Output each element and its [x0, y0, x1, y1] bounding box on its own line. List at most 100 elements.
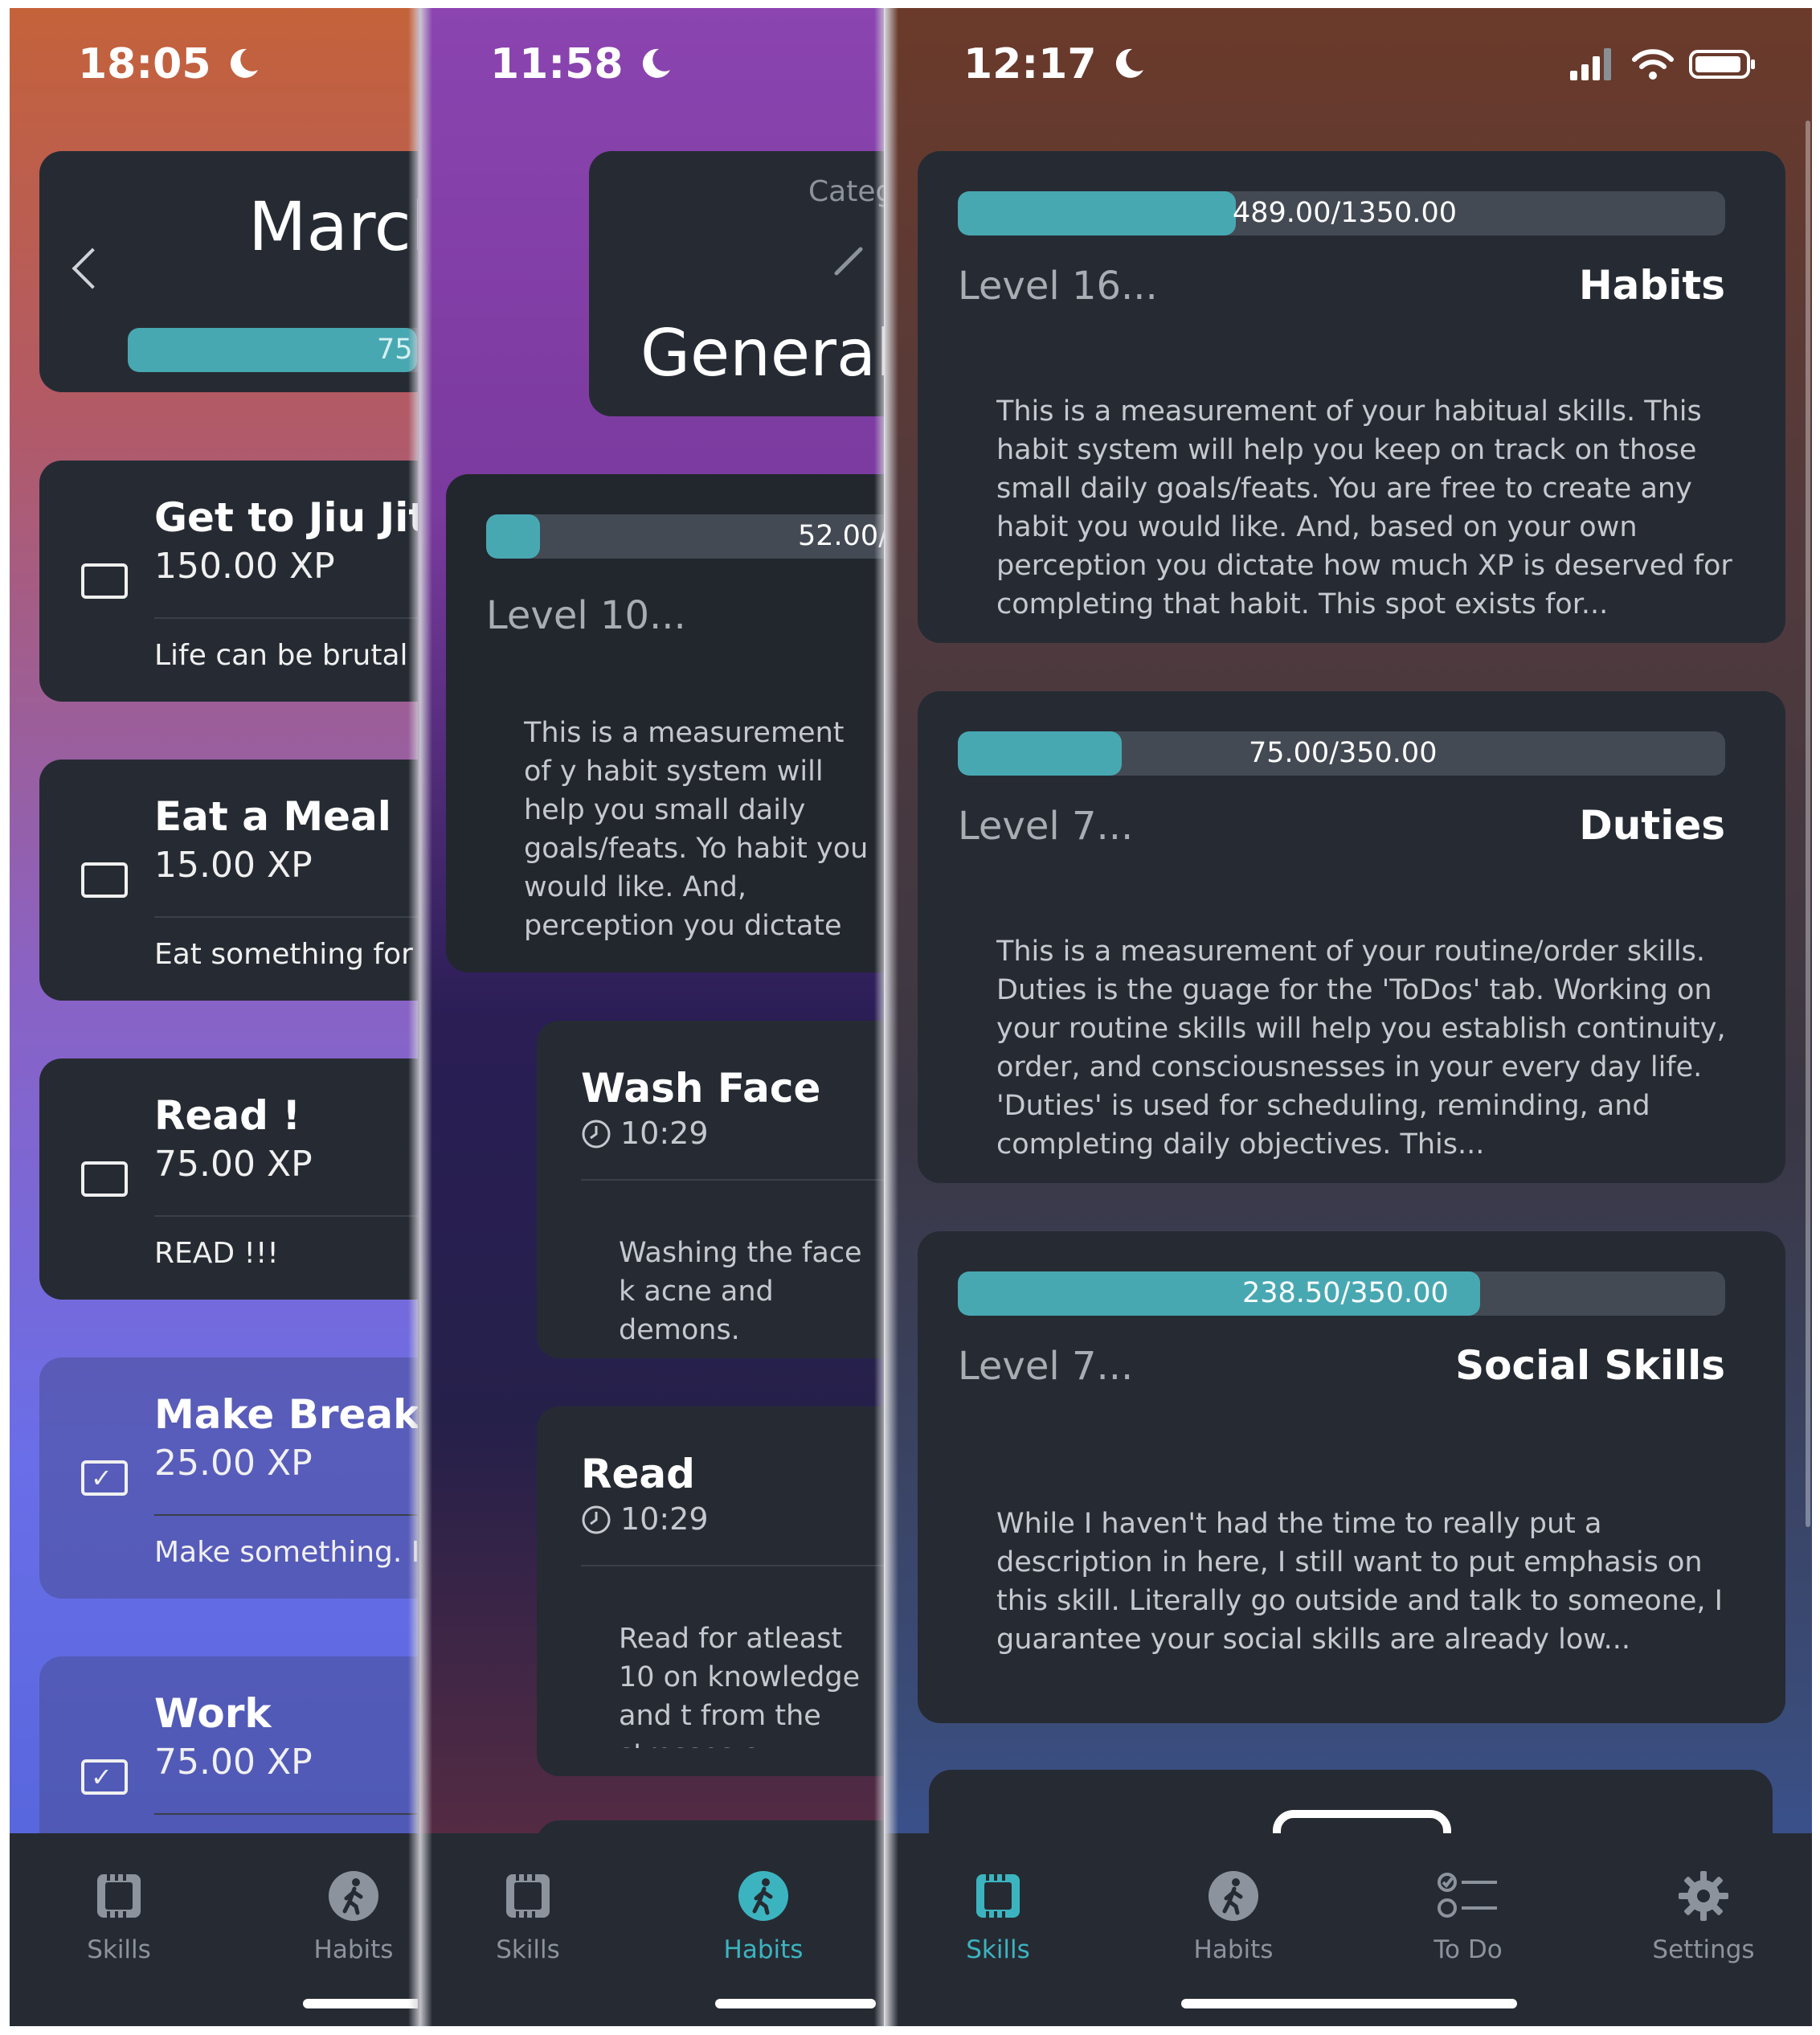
screenshot-separator: [874, 8, 898, 2026]
habit-title: Wash Face: [581, 1065, 821, 1112]
battery-icon: [1689, 50, 1755, 79]
skill-description: This is a measurement of your habitual s…: [996, 395, 1732, 620]
tab-bar: Skills Habits: [418, 1833, 884, 2026]
task-title: Read !: [154, 1092, 301, 1139]
progress-text: 238.50/350.00: [1242, 1277, 1449, 1309]
task-checkbox[interactable]: [81, 862, 128, 898]
divider: [154, 1215, 436, 1217]
walking-person-icon: [1153, 1869, 1314, 1926]
habit-time: 10:29: [620, 1116, 709, 1151]
tab-skills[interactable]: Skills: [918, 1869, 1078, 1964]
screenshot-separator: [408, 8, 432, 2026]
progress-text: 489.00/1350.00: [1233, 197, 1457, 229]
task-card[interactable]: Eat a Meal 15.00 XP Eat something for c: [39, 760, 436, 1001]
walking-person-icon: [683, 1869, 844, 1926]
skill-name: Duties: [1579, 802, 1725, 849]
skill-level: Level 10...: [486, 593, 686, 638]
task-xp: 75.00 XP: [154, 1742, 313, 1783]
habits-screen: 11:58 Categ General 52.00/4 Level 10... …: [418, 8, 884, 2026]
tab-label: To Do: [1434, 1935, 1503, 1964]
tab-skills[interactable]: Skills: [448, 1869, 608, 1964]
task-checkbox[interactable]: ✓: [81, 1759, 128, 1795]
divider: [154, 1813, 436, 1815]
task-card[interactable]: ✓ Make Breakf 25.00 XP Make something. I': [39, 1357, 436, 1599]
category-header-card: Categ General: [589, 151, 884, 416]
skill-name: Social Skills: [1455, 1342, 1725, 1389]
edit-pencil-icon[interactable]: [830, 240, 870, 283]
month-header-card: March 75: [39, 151, 436, 392]
divider: [154, 1514, 436, 1516]
skill-progress-bar: 52.00/4: [486, 514, 884, 559]
tab-to-do[interactable]: To Do: [1388, 1869, 1548, 1964]
tab-settings[interactable]: Settings: [1623, 1869, 1784, 1964]
habit-time: 10:29: [620, 1501, 709, 1537]
moon-icon: [230, 48, 258, 78]
month-progress-bar: 75: [128, 328, 436, 372]
skill-card[interactable]: 75.00/350.00 Level 7... Duties This is a me…: [918, 691, 1785, 1183]
skill-description: This is a measurement of y habit system …: [524, 717, 869, 942]
chip-icon: [448, 1869, 608, 1926]
skill-description: This is a measurement of your routine/or…: [996, 936, 1726, 1161]
skills-screen: 12:17 489.00/1350.00 Level 16... Habits Thi…: [885, 8, 1812, 2026]
category-skill-card: 52.00/4 Level 10... This is a measuremen…: [446, 474, 884, 972]
skill-level: Level 16...: [958, 264, 1158, 309]
task-note: Eat something for c: [154, 938, 436, 971]
calendar-screen: 18:05 March 75 Get to Jiu Jit 150.00 XP Li…: [10, 8, 436, 2026]
divider: [581, 1565, 884, 1566]
divider: [154, 617, 436, 619]
task-checkbox[interactable]: [81, 1161, 128, 1197]
progress-fill: [958, 191, 1236, 235]
checkmark-icon: ✓: [91, 1463, 112, 1493]
task-checkbox[interactable]: ✓: [81, 1460, 128, 1496]
tab-label: Habits: [723, 1935, 804, 1964]
moon-icon: [1115, 48, 1143, 78]
habit-note: Washing the face k acne and demons.: [619, 1237, 862, 1346]
tab-habits[interactable]: Habits: [1153, 1869, 1314, 1964]
home-indicator: [715, 1999, 876, 2008]
task-xp: 75.00 XP: [154, 1144, 313, 1185]
status-indicators: [1568, 47, 1755, 87]
task-xp: 150.00 XP: [154, 546, 335, 587]
habit-note: Read for atleast 10 on knowledge and t f…: [619, 1623, 861, 1748]
habit-card[interactable]: Read 10:29 Read for atleast 10 on knowledg…: [537, 1406, 884, 1776]
task-card[interactable]: Read ! 75.00 XP READ !!!: [39, 1058, 436, 1300]
divider: [154, 916, 436, 918]
status-time: 12:17: [963, 40, 1147, 88]
task-note: READ !!!: [154, 1237, 279, 1270]
category-label: Categ: [808, 175, 884, 208]
tab-skills[interactable]: Skills: [39, 1869, 199, 1964]
status-time: 18:05: [78, 40, 261, 88]
moon-icon: [642, 48, 670, 78]
tab-label: Habits: [1193, 1935, 1274, 1964]
scrollbar[interactable]: [1806, 121, 1810, 1527]
skill-level: Level 7...: [958, 804, 1134, 849]
home-indicator: [1181, 1999, 1517, 2008]
divider: [581, 1179, 884, 1181]
checklist-icon: [1388, 1869, 1548, 1926]
status-time: 11:58: [490, 40, 673, 88]
skill-card[interactable]: 238.50/350.00 Level 7... Social Skills Whil…: [918, 1231, 1785, 1723]
habit-card[interactable]: Wash Face 10:29 Washing the face k acne an…: [537, 1021, 884, 1358]
tab-habits[interactable]: Habits: [683, 1869, 844, 1964]
chip-icon: [918, 1869, 1078, 1926]
category-name: General: [640, 316, 884, 391]
task-checkbox[interactable]: [81, 563, 128, 599]
task-card[interactable]: Get to Jiu Jit 150.00 XP Life can be bruta…: [39, 461, 436, 702]
clock-icon: [581, 1505, 611, 1538]
tab-label: Skills: [966, 1935, 1030, 1964]
tab-label: Skills: [496, 1935, 560, 1964]
task-title: Eat a Meal: [154, 793, 391, 840]
task-xp: 25.00 XP: [154, 1443, 313, 1484]
gear-icon: [1623, 1869, 1784, 1926]
task-note: Make something. I': [154, 1536, 428, 1569]
skill-name: Habits: [1578, 262, 1725, 309]
task-xp: 15.00 XP: [154, 845, 313, 886]
tab-label: Settings: [1652, 1935, 1755, 1964]
task-note: Life can be brutal t: [154, 639, 429, 672]
habit-title: Read: [581, 1451, 695, 1497]
signal-icon: [1570, 48, 1611, 80]
skill-progress-bar: 238.50/350.00: [958, 1271, 1725, 1316]
tab-label: Skills: [87, 1935, 151, 1964]
chevron-left-icon[interactable]: [72, 248, 113, 289]
skill-card[interactable]: 489.00/1350.00 Level 16... Habits This is a…: [918, 151, 1785, 643]
